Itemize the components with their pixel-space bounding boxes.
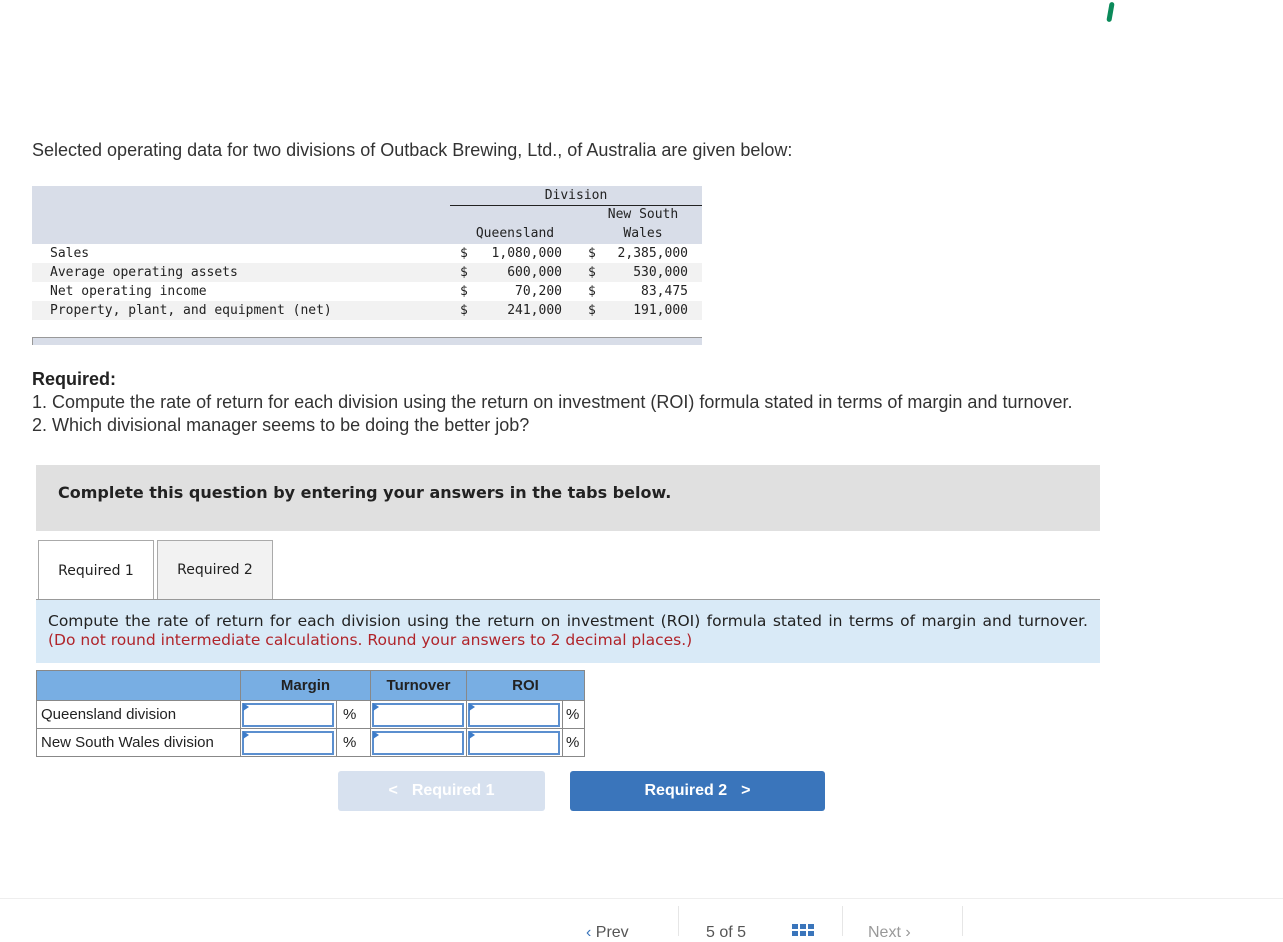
nsw-value: 530,000 xyxy=(633,265,688,280)
queensland-roi-input[interactable] xyxy=(468,702,560,727)
queensland-value: 241,000 xyxy=(507,303,562,318)
nsw-header-line1: New South xyxy=(607,207,679,222)
banner-text: Complete this question by entering your … xyxy=(58,483,672,502)
nsw-header-line2: Wales xyxy=(623,226,663,241)
instruction-main: Compute the rate of return for each divi… xyxy=(48,612,1088,630)
turnover-cell xyxy=(370,700,467,729)
table-spacer xyxy=(32,320,702,337)
pen-mark-icon xyxy=(1106,1,1115,23)
roi-cell xyxy=(466,700,563,729)
prev-button-label: Required 1 xyxy=(411,782,495,799)
required-title: Required: xyxy=(32,369,117,389)
table-row: Queensland division % % xyxy=(36,700,585,729)
table-row: Average operating assets $ 600,000 $ 530… xyxy=(32,263,702,282)
percent-label: % xyxy=(562,728,585,757)
footer-separator xyxy=(962,906,963,936)
input-marker-icon xyxy=(243,731,249,739)
answer-header-row: Margin Turnover ROI xyxy=(36,670,585,701)
percent-label: % xyxy=(336,728,371,757)
currency-symbol: $ xyxy=(460,284,468,299)
required-item-1: 1. Compute the rate of return for each d… xyxy=(32,392,1073,412)
page-indicator: 5 of 5 xyxy=(706,924,747,941)
next-required-button[interactable]: Required 2 > xyxy=(570,771,825,811)
tab-label: Required 2 xyxy=(177,562,253,578)
answer-table: Margin Turnover ROI Queensland division … xyxy=(36,670,585,757)
currency-symbol: $ xyxy=(588,303,596,318)
nsw-value: 2,385,000 xyxy=(617,246,688,261)
nsw-value: 83,475 xyxy=(641,284,688,299)
row-label: Property, plant, and equipment (net) xyxy=(50,303,332,318)
table-header: Division Queensland New South Wales xyxy=(32,186,702,244)
input-marker-icon xyxy=(469,703,475,711)
footer-prev-button[interactable]: ‹ Prev xyxy=(586,924,629,942)
instruction-note: (Do not round intermediate calculations.… xyxy=(48,631,693,649)
input-marker-icon xyxy=(373,731,379,739)
footer-separator xyxy=(842,906,843,936)
tab-required-1[interactable]: Required 1 xyxy=(38,540,154,600)
required-section: Required: 1. Compute the rate of return … xyxy=(32,368,1073,437)
division-header: Division xyxy=(450,188,702,206)
nsw-turnover-input[interactable] xyxy=(372,730,464,755)
tab-required-2[interactable]: Required 2 xyxy=(157,540,273,599)
percent-label: % xyxy=(562,700,585,729)
queensland-turnover-input[interactable] xyxy=(372,702,464,727)
next-button-label: Required 2 xyxy=(644,782,728,799)
instruction-text: Compute the rate of return for each divi… xyxy=(48,612,1088,650)
turnover-cell xyxy=(370,728,467,757)
row-label: New South Wales division xyxy=(36,728,241,757)
queensland-value: 600,000 xyxy=(507,265,562,280)
margin-cell xyxy=(240,728,337,757)
intro-text: Selected operating data for two division… xyxy=(32,140,793,160)
chevron-left-icon: < xyxy=(388,782,398,799)
operating-data-table: Division Queensland New South Wales Sale… xyxy=(32,186,702,345)
footer-divider xyxy=(0,898,1283,899)
nsw-value: 191,000 xyxy=(633,303,688,318)
table-row: New South Wales division % % xyxy=(36,728,585,757)
queensland-value: 70,200 xyxy=(515,284,562,299)
margin-header: Margin xyxy=(240,670,371,701)
nsw-roi-input[interactable] xyxy=(468,730,560,755)
margin-cell xyxy=(240,700,337,729)
required-item-2: 2. Which divisional manager seems to be … xyxy=(32,415,530,435)
currency-symbol: $ xyxy=(460,303,468,318)
input-marker-icon xyxy=(469,731,475,739)
chevron-right-icon: > xyxy=(741,782,751,799)
queensland-value: 1,080,000 xyxy=(491,246,562,261)
currency-symbol: $ xyxy=(460,265,468,280)
roi-cell xyxy=(466,728,563,757)
footer-separator xyxy=(678,906,679,936)
input-marker-icon xyxy=(373,703,379,711)
footer-next-label: Next xyxy=(868,924,901,941)
footer-prev-label: Prev xyxy=(595,924,629,941)
chevron-left-icon: ‹ xyxy=(586,924,592,941)
table-row: Sales $ 1,080,000 $ 2,385,000 xyxy=(32,244,702,263)
row-label: Net operating income xyxy=(50,284,207,299)
currency-symbol: $ xyxy=(588,284,596,299)
queensland-margin-input[interactable] xyxy=(242,702,334,727)
row-label: Sales xyxy=(50,246,90,261)
input-marker-icon xyxy=(243,703,249,711)
queensland-header: Queensland xyxy=(475,226,555,241)
currency-symbol: $ xyxy=(588,246,596,261)
footer-next-button[interactable]: Next › xyxy=(868,924,911,942)
blank-header xyxy=(36,670,241,701)
nsw-margin-input[interactable] xyxy=(242,730,334,755)
tab-label: Required 1 xyxy=(58,562,134,579)
table-footer-bar xyxy=(32,337,702,345)
table-row: Property, plant, and equipment (net) $ 2… xyxy=(32,301,702,320)
row-label: Queensland division xyxy=(36,700,241,729)
prev-required-button[interactable]: < Required 1 xyxy=(338,771,545,811)
table-row: Net operating income $ 70,200 $ 83,475 xyxy=(32,282,702,301)
chevron-right-icon: › xyxy=(905,924,911,941)
instructions-banner: Complete this question by entering your … xyxy=(36,465,1100,531)
grid-icon[interactable] xyxy=(792,924,814,936)
currency-symbol: $ xyxy=(588,265,596,280)
roi-header: ROI xyxy=(466,670,585,701)
row-label: Average operating assets xyxy=(50,265,238,280)
currency-symbol: $ xyxy=(460,246,468,261)
tab-instructions: Compute the rate of return for each divi… xyxy=(36,599,1100,663)
turnover-header: Turnover xyxy=(370,670,467,701)
percent-label: % xyxy=(336,700,371,729)
